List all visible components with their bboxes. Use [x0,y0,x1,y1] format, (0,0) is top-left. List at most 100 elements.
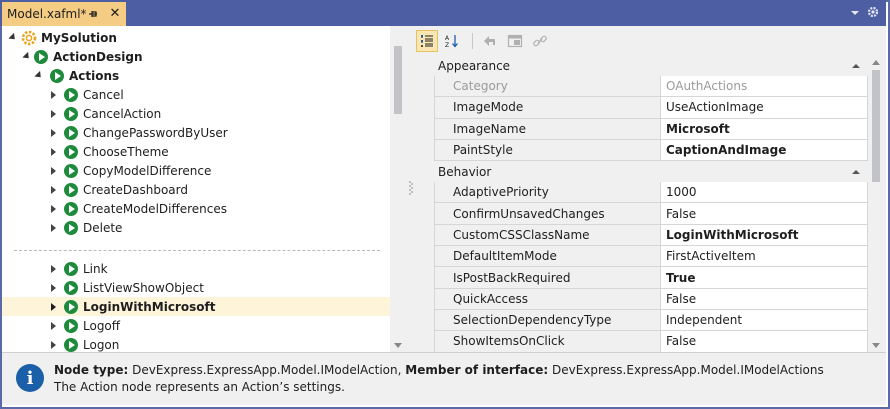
property-value[interactable]: False [660,203,868,225]
property-row[interactable]: SelectionDependencyType Independent [418,309,868,332]
property-value[interactable]: True [660,267,868,289]
category-label: Behavior [438,164,492,179]
svg-text:Z: Z [445,42,449,49]
tree-node-action[interactable]: ListViewShowObject [2,278,390,297]
property-row[interactable]: ImageName Microsoft [418,118,868,140]
tree-node-action[interactable]: Logoff [2,316,390,335]
tree-node-action-selected[interactable]: LoginWithMicrosoft [2,297,390,316]
expander-icon[interactable] [48,204,58,214]
collapse-icon[interactable] [852,169,860,174]
tree-node-label: LoginWithMicrosoft [83,299,216,314]
property-row[interactable]: ConfirmUnsavedChanges False [418,203,868,225]
expander-icon[interactable] [48,223,58,233]
property-row[interactable]: ImageMode UseActionImage [418,97,868,119]
tree-node-action[interactable]: CreateDashboard [2,180,390,199]
property-value[interactable]: 1000 [660,182,868,204]
tree-node-action[interactable]: Logon [2,335,390,352]
tree-node-action[interactable]: Delete [2,218,390,237]
tree-node-action[interactable]: ChooseTheme [2,142,390,161]
alphabetical-icon[interactable]: AZ [441,30,463,52]
link-icon[interactable] [529,30,551,52]
property-row[interactable]: Category OAuthActions [418,76,868,98]
property-value[interactable]: OAuthActions [660,76,868,98]
close-icon[interactable]: ✕ [108,7,122,21]
expander-icon[interactable] [48,147,58,157]
expander-icon[interactable] [48,90,58,100]
property-value[interactable]: False [660,331,868,353]
property-row[interactable]: IsPostBackRequired True [418,267,868,289]
property-row[interactable]: CustomCSSClassName LoginWithMicrosoft [418,224,868,247]
expander-icon[interactable] [48,302,58,312]
tree-node-action[interactable]: CreateModelDifferences [2,199,390,218]
tree-scrollbar[interactable] [390,26,406,352]
play-icon [64,144,78,159]
expander-icon[interactable] [48,321,58,331]
property-name: ImageName [434,118,660,140]
tree-node-label: ChangePasswordByUser [83,125,228,140]
property-row[interactable]: AdaptivePriority 1000 [418,182,868,204]
model-tree[interactable]: MySolution ActionDesign Actions Cancel C… [2,26,406,352]
expander-icon[interactable] [48,109,58,119]
property-value[interactable]: Microsoft [660,118,868,140]
tree-node-action[interactable]: Cancel [2,85,390,104]
tree-node-label: MySolution [41,30,117,45]
category-appearance[interactable]: Appearance [418,55,868,76]
document-tab-title: Model.xafml* [7,7,87,21]
node-description: The Action node represents an Action’s s… [54,380,345,394]
tree-node-action[interactable]: CopyModelDifference [2,161,390,180]
pane-splitter[interactable] [406,26,416,352]
play-icon [64,87,78,102]
collapse-icon[interactable] [852,63,860,68]
gear-icon[interactable] [866,5,880,19]
tree-node-action[interactable]: ChangePasswordByUser [2,123,390,142]
expander-icon[interactable] [48,128,58,138]
play-icon [64,125,78,140]
play-icon [64,163,78,178]
property-value[interactable]: CaptionAndImage [660,139,868,162]
property-row[interactable]: QuickAccess False [418,288,868,310]
tree-node-label: Delete [83,220,123,235]
chevron-down-icon[interactable] [850,7,860,17]
tree-node-label: ActionDesign [53,49,143,64]
property-row[interactable]: ShowItemsOnClick False [418,331,868,353]
expander-icon[interactable] [48,166,58,176]
expander-icon[interactable] [34,70,44,81]
play-icon [64,201,78,216]
tree-node-actions[interactable]: Actions [2,66,390,85]
scroll-down-icon[interactable] [394,343,402,348]
expander-icon[interactable] [48,264,58,274]
tree-node-action[interactable]: Link [2,259,390,278]
scroll-down-icon[interactable] [872,343,880,348]
tree-node-root[interactable]: MySolution [2,28,390,47]
category-behavior[interactable]: Behavior [418,161,868,183]
window-icon[interactable] [504,30,526,52]
property-value[interactable]: UseActionImage [660,97,868,119]
grip-icon [409,181,413,195]
expander-icon[interactable] [48,185,58,195]
property-grid-scrollbar[interactable] [868,58,884,352]
scrollbar-thumb[interactable] [394,46,402,114]
scroll-up-icon[interactable] [872,60,880,65]
categorized-icon[interactable] [416,30,438,52]
expander-icon[interactable] [48,283,58,293]
expander-icon[interactable] [8,32,18,43]
property-value[interactable]: FirstActiveItem [660,246,868,268]
pin-icon[interactable] [87,7,101,21]
tree-node-action[interactable]: CancelAction [2,104,390,123]
property-value[interactable]: Independent [660,309,868,332]
property-name: Category [434,76,660,98]
node-type-value: DevExpress.ExpressApp.Model.IModelAction… [132,363,402,377]
tree-node-label: CreateDashboard [83,182,188,197]
property-value[interactable]: False [660,288,868,310]
expander-icon[interactable] [48,340,58,350]
tree-node-action-design[interactable]: ActionDesign [2,47,390,66]
expander-icon[interactable] [22,51,32,62]
document-tab[interactable]: Model.xafml* ✕ [2,2,126,26]
back-icon[interactable] [479,30,501,52]
scrollbar-thumb[interactable] [872,70,880,182]
property-name: CustomCSSClassName [434,224,660,247]
tree-node-label: Actions [69,68,120,83]
property-row[interactable]: DefaultItemMode FirstActiveItem [418,246,868,268]
property-row[interactable]: PaintStyle CaptionAndImage [418,139,868,162]
property-value[interactable]: LoginWithMicrosoft [660,224,868,247]
